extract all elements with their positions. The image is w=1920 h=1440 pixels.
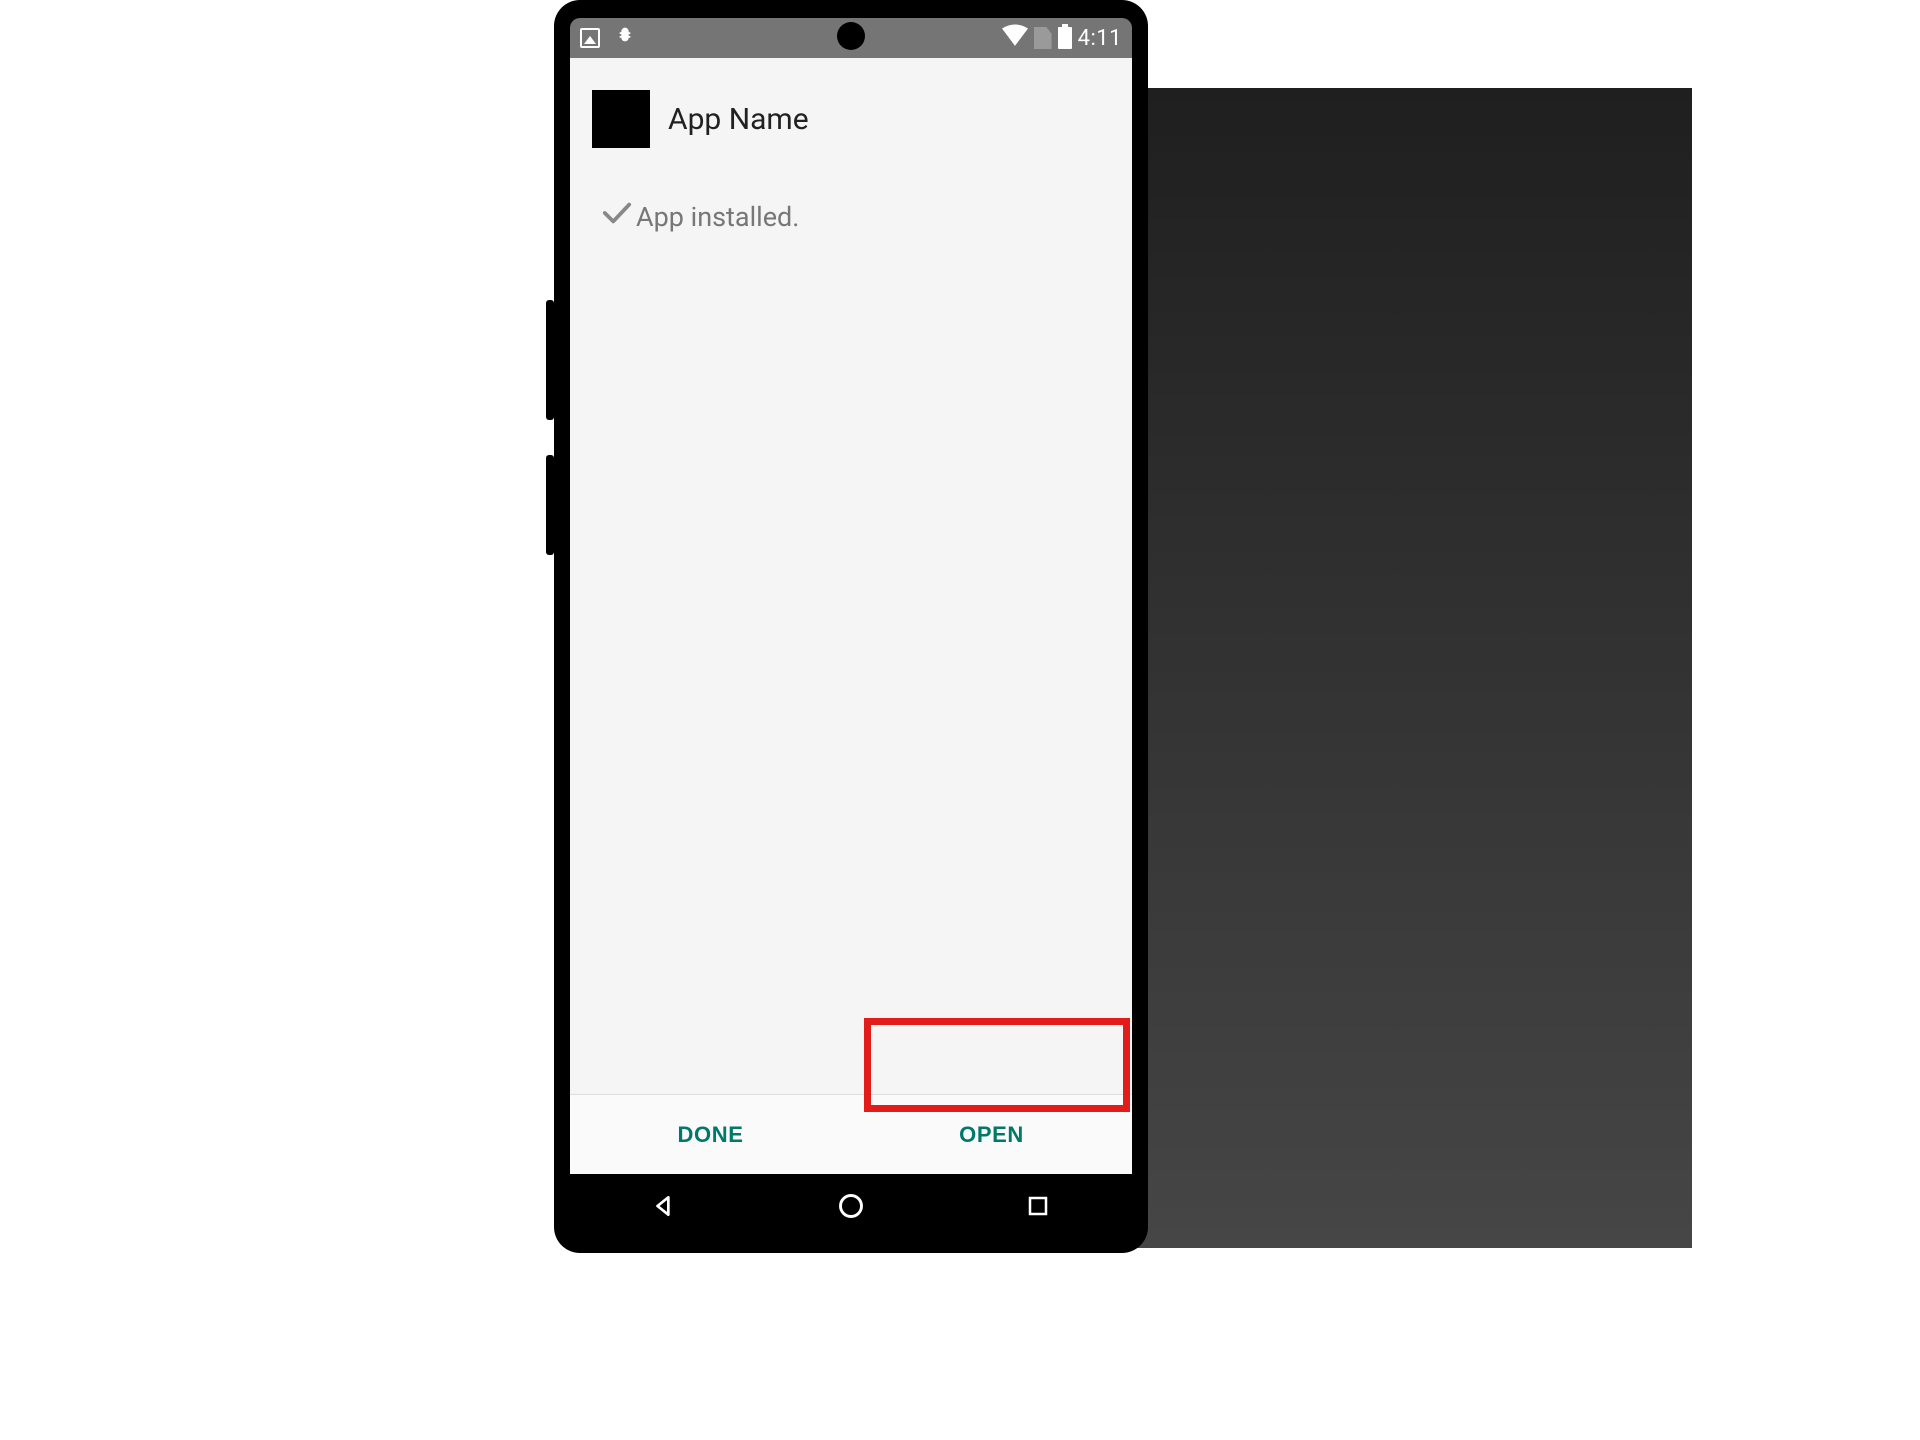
done-button[interactable]: DONE (570, 1095, 851, 1174)
no-sim-icon (1034, 27, 1052, 49)
image-notification-icon (580, 28, 600, 48)
install-status-text: App installed. (636, 201, 799, 233)
install-status-row: App installed. (570, 158, 1132, 233)
phone-screen: 4:11 App Name App installed. DONE OPEN (570, 18, 1132, 1238)
open-button[interactable]: OPEN (851, 1095, 1132, 1174)
nav-recent-button[interactable] (1020, 1188, 1056, 1224)
nav-home-button[interactable] (833, 1188, 869, 1224)
status-clock: 4:11 (1078, 26, 1122, 51)
navigation-bar (570, 1174, 1132, 1238)
app-title: App Name (668, 102, 809, 137)
footer-bar: DONE OPEN (570, 1094, 1132, 1174)
wifi-icon (1002, 24, 1028, 52)
app-icon (592, 90, 650, 148)
app-header: App Name (570, 58, 1132, 158)
phone-volume-button (546, 300, 554, 420)
phone-power-button (546, 455, 554, 555)
battery-icon (1058, 27, 1072, 49)
status-bar-left (580, 24, 636, 52)
screen-content: App Name App installed. DONE OPEN (570, 58, 1132, 1174)
status-bar-right: 4:11 (1002, 24, 1122, 52)
camera-notch (837, 22, 865, 50)
nav-back-button[interactable] (646, 1188, 682, 1224)
android-debug-icon (614, 24, 636, 52)
checkmark-icon (602, 200, 632, 233)
phone-frame: 4:11 App Name App installed. DONE OPEN (554, 0, 1148, 1253)
